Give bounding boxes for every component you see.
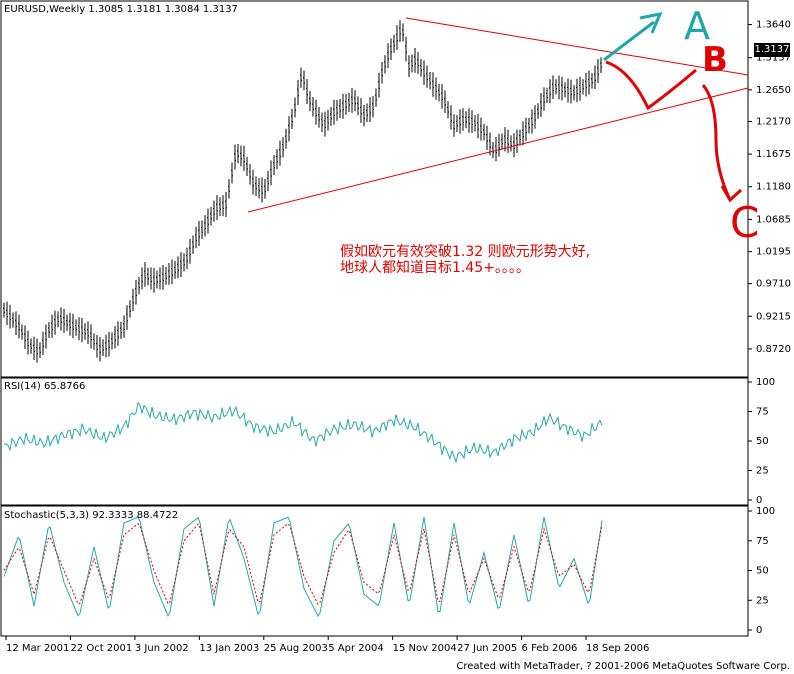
stoch-tick-label: 100 <box>756 506 775 517</box>
footer-text: Created with MetaTrader, ? 2001-2006 Met… <box>456 661 790 672</box>
y-tick-label: 1.2170 <box>756 116 791 127</box>
y-tick-label: 1.1675 <box>756 149 791 160</box>
y-tick-label: 1.3640 <box>756 20 791 31</box>
stoch-frame <box>0 505 749 637</box>
rsi-tick-label: 75 <box>756 407 769 418</box>
main-title: EURUSD,Weekly <box>4 4 86 15</box>
x-tick-label: 25 Aug 2003 <box>264 643 328 654</box>
y-tick-label: 1.2650 <box>756 85 791 96</box>
y-axis: 1.3640 1.3137 1.2650 1.2170 1.1675 1.1180 1.06… <box>748 20 791 636</box>
arrow-a-icon <box>603 20 655 62</box>
x-tick-label: 12 Mar 2001 <box>6 643 69 654</box>
stoch-main-line <box>3 516 603 618</box>
y-tick-label: 1.0195 <box>756 247 791 258</box>
annotation-text: 假如欧元有效突破1.32 则欧元形势大好, 地球人都知道目标1.45+。。。。 <box>340 244 590 276</box>
marker-c: C <box>730 198 760 247</box>
arrow-b-icon <box>605 60 697 111</box>
y-tick-label: 0.9710 <box>756 279 791 290</box>
stoch-name: Stochastic(5,3,3) <box>4 510 90 521</box>
x-tick-label: 6 Feb 2006 <box>522 643 578 654</box>
main-price-panel <box>3 20 602 363</box>
rsi-tick-label: 0 <box>756 495 762 506</box>
chart-title: EURUSD,Weekly 1.3085 1.3181 1.3084 1.313… <box>4 4 238 15</box>
lower-trend-line <box>247 87 749 213</box>
x-tick-label: 3 Jun 2002 <box>135 643 189 654</box>
x-tick-label: 15 Nov 2004 <box>393 643 457 654</box>
x-tick-label: 13 Jan 2003 <box>199 643 259 654</box>
annotation-line-2: 地球人都知道目标1.45+。。。。 <box>340 260 530 276</box>
chart-svg: 1.3640 1.3137 1.2650 1.2170 1.1675 1.1180 1.06… <box>0 0 791 654</box>
rsi-title: RSI(14) 65.8766 <box>4 381 86 392</box>
y-tick-label: 0.8720 <box>756 344 791 355</box>
marker-b: B <box>702 40 728 80</box>
x-axis: 12 Mar 2001 22 Oct 2001 3 Jun 2002 13 Jan 2… <box>5 636 649 654</box>
rsi-line <box>3 401 603 464</box>
rsi-frame <box>0 377 749 506</box>
annotation-line-1: 假如欧元有效突破1.32 则欧元形势大好, <box>340 244 591 260</box>
rsi-tick-label: 25 <box>756 466 769 477</box>
stoch-title: Stochastic(5,3,3) 92.3333 88.4722 <box>4 510 178 521</box>
x-tick-label: 22 Oct 2001 <box>70 643 132 654</box>
stoch-tick-label: 0 <box>756 625 762 636</box>
stoch-tick-label: 50 <box>756 566 769 577</box>
ohlc-values: 1.3085 1.3181 1.3084 1.3137 <box>88 4 238 15</box>
y-tick-label: 0.9215 <box>756 311 791 322</box>
last-price-box: 1.3137 <box>754 43 790 57</box>
x-tick-label: 5 Apr 2004 <box>328 643 383 654</box>
stoch-signal-line <box>3 522 603 605</box>
x-tick-label: 27 Jun 2005 <box>457 643 517 654</box>
rsi-tick-label: 50 <box>756 436 769 447</box>
rsi-tick-label: 100 <box>756 377 775 388</box>
stoch-tick-label: 25 <box>756 595 769 606</box>
y-tick-label: 1.0685 <box>756 214 791 225</box>
rsi-panel <box>3 401 603 464</box>
arrow-c-icon <box>701 84 732 201</box>
y-tick-label: 1.1180 <box>756 182 791 193</box>
main-chart-frame <box>0 0 749 378</box>
stoch-tick-label: 75 <box>756 536 769 547</box>
stochastic-panel <box>3 516 603 618</box>
stoch-values: 92.3333 88.4722 <box>92 510 179 521</box>
x-tick-label: 18 Sep 2006 <box>586 643 649 654</box>
